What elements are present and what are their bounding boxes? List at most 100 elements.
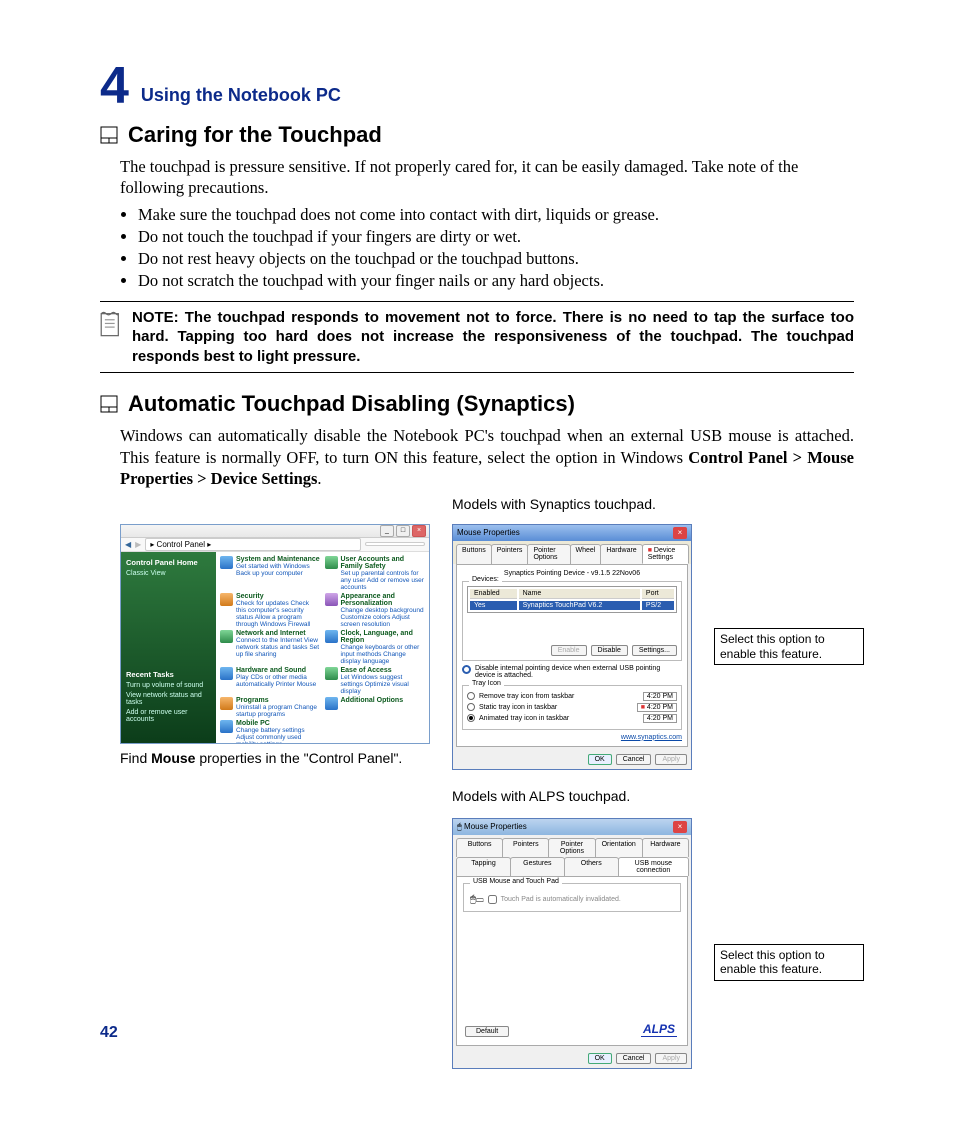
auto-invalidate-checkbox[interactable]: 🖱▭ Touch Pad is automatically invalidate… [470,894,674,905]
tab-pointer-options[interactable]: Pointer Options [527,544,570,564]
chapter-header: 4 Using the Notebook PC [100,60,854,112]
callout-alps: Select this option to enable this featur… [714,944,864,981]
disable-button[interactable]: Disable [591,645,628,656]
section1-intro: The touchpad is pressure sensitive. If n… [120,156,854,199]
section-heading-touchpad-care: Caring for the Touchpad [100,122,854,148]
default-button[interactable]: Default [465,1026,509,1037]
list-item: Do not scratch the touchpad with your fi… [138,271,854,291]
minimize-button[interactable]: _ [380,525,394,537]
checkbox-icon [462,665,471,674]
cancel-button[interactable]: Cancel [616,754,652,765]
dialog-titlebar: Mouse Properties × [453,525,691,541]
tab-pointers[interactable]: Pointers [502,838,549,857]
cp-item-security[interactable]: SecurityCheck for updates Check this com… [220,593,321,628]
col-name: Name [519,589,640,599]
tab-hardware[interactable]: Hardware [642,838,689,857]
note-icon [100,308,122,367]
tab-buttons[interactable]: Buttons [456,838,503,857]
synaptics-link[interactable]: www.synaptics.com [462,734,682,741]
breadcrumb[interactable]: ▸ Control Panel ▸ [145,538,361,551]
precautions-list: Make sure the touchpad does not come int… [120,205,854,291]
nav-back-icon[interactable]: ◀ [125,540,131,549]
cancel-button[interactable]: Cancel [616,1053,652,1064]
tabs: Buttons Pointers Pointer Options Orienta… [453,835,691,876]
col-enabled: Enabled [470,589,517,599]
recent-task[interactable]: Turn up volume of sound [126,682,211,689]
ok-button[interactable]: OK [588,754,612,765]
checkbox-label: Touch Pad is automatically invalidated. [501,896,621,903]
nav-fwd-icon[interactable]: ▶ [135,540,141,549]
recent-task[interactable]: Add or remove user accounts [126,709,211,723]
col-port: Port [642,589,674,599]
tab-tapping[interactable]: Tapping [456,857,511,876]
ok-button[interactable]: OK [588,1053,612,1064]
classic-view-link[interactable]: Classic View [126,570,211,577]
cp-item-system[interactable]: System and MaintenanceGet started with W… [220,556,321,591]
cp-item-users[interactable]: User Accounts and Family SafetySet up pa… [325,556,426,591]
tray-option-remove[interactable]: Remove tray icon from taskbar 4:20 PM [467,692,677,701]
devices-group: Devices: Enabled Name Port Yes Synaptics… [462,581,682,661]
checkbox-label: Disable internal pointing device when ex… [475,665,682,679]
device-row[interactable]: Yes Synaptics TouchPad V6.2 PS/2 [470,601,674,610]
close-button[interactable]: × [412,525,426,537]
touchpad-icon [100,126,118,144]
maximize-button[interactable]: □ [396,525,410,537]
cp-item-mobile[interactable]: Mobile PCChange battery settings Adjust … [220,720,321,744]
touchpad-mouse-icon: 🖱▭ [470,894,484,905]
disable-on-usb-checkbox[interactable]: Disable internal pointing device when ex… [462,665,682,679]
list-item: Make sure the touchpad does not come int… [138,205,854,225]
alps-caption: Models with ALPS touchpad. [452,788,854,804]
mouse-properties-synaptics: Mouse Properties × Buttons Pointers Poin… [452,524,692,770]
tray-option-animated[interactable]: Animated tray icon in taskbar 4:20 PM [467,714,677,723]
cp-item-clock[interactable]: Clock, Language, and RegionChange keyboa… [325,630,426,665]
recent-task[interactable]: View network status and tasks [126,692,211,706]
note-block: NOTE: The touchpad responds to movement … [100,301,854,374]
tab-orientation[interactable]: Orientation [595,838,643,857]
callout-synaptics: Select this option to enable this featur… [714,628,864,665]
cp-caption: Find Mouse properties in the "Control Pa… [120,750,440,766]
page-number: 42 [100,1024,118,1042]
close-button[interactable]: × [673,821,687,833]
devices-label: Devices: [469,576,502,583]
tray-icon-group: Tray Icon Remove tray icon from taskbar … [462,685,682,730]
dialog-footer: OK Cancel Apply [453,750,691,769]
tab-hardware[interactable]: Hardware [600,544,642,564]
search-box[interactable] [365,542,425,546]
tab-wheel[interactable]: Wheel [570,544,602,564]
cp-item-ease[interactable]: Ease of AccessLet Windows suggest settin… [325,667,426,695]
touchpad-icon [100,395,118,413]
mouse-properties-alps: 🖱 Mouse Properties × Buttons Pointers Po… [452,818,692,1069]
tabs: Buttons Pointers Pointer Options Wheel H… [453,541,691,564]
apply-button[interactable]: Apply [655,754,687,765]
devices-table: Enabled Name Port Yes Synaptics TouchPad… [467,586,677,613]
close-button[interactable]: × [673,527,687,539]
tray-option-static[interactable]: Static tray icon in taskbar ■ 4:20 PM [467,703,677,712]
dialog-titlebar: 🖱 Mouse Properties × [453,819,691,835]
tab-device-settings[interactable]: ■ Device Settings [642,544,689,564]
tab-gestures[interactable]: Gestures [510,857,565,876]
tab-usb-mouse[interactable]: USB mouse connection [618,857,689,876]
checkbox[interactable] [488,895,497,904]
usb-mouse-group: USB Mouse and Touch Pad 🖱▭ Touch Pad is … [463,883,681,912]
cp-item-network[interactable]: Network and InternetConnect to the Inter… [220,630,321,665]
section-title: Caring for the Touchpad [128,122,382,148]
cp-item-appearance[interactable]: Appearance and PersonalizationChange des… [325,593,426,628]
section-heading-auto-disable: Automatic Touchpad Disabling (Synaptics) [100,391,854,417]
tab-buttons[interactable]: Buttons [456,544,492,564]
note-text: NOTE: The touchpad responds to movement … [132,308,854,367]
recent-tasks-heading: Recent Tasks [126,670,211,679]
alps-logo: ALPS [641,1022,677,1037]
settings-button[interactable]: Settings... [632,645,677,656]
tab-pointers[interactable]: Pointers [491,544,529,564]
cp-item-hardware[interactable]: Hardware and SoundPlay CDs or other medi… [220,667,321,695]
enable-button[interactable]: Enable [551,645,587,656]
cp-main: System and MaintenanceGet started with W… [216,552,429,744]
apply-button[interactable]: Apply [655,1053,687,1064]
control-panel-window: _ □ × ◀ ▶ ▸ Control Panel ▸ Control Pane… [120,524,430,744]
cp-item-additional[interactable]: Additional Options [325,697,426,718]
section-title: Automatic Touchpad Disabling (Synaptics) [128,391,575,417]
list-item: Do not rest heavy objects on the touchpa… [138,249,854,269]
tab-pointer-options[interactable]: Pointer Options [548,838,595,857]
tab-others[interactable]: Others [564,857,619,876]
cp-item-programs[interactable]: ProgramsUninstall a program Change start… [220,697,321,718]
